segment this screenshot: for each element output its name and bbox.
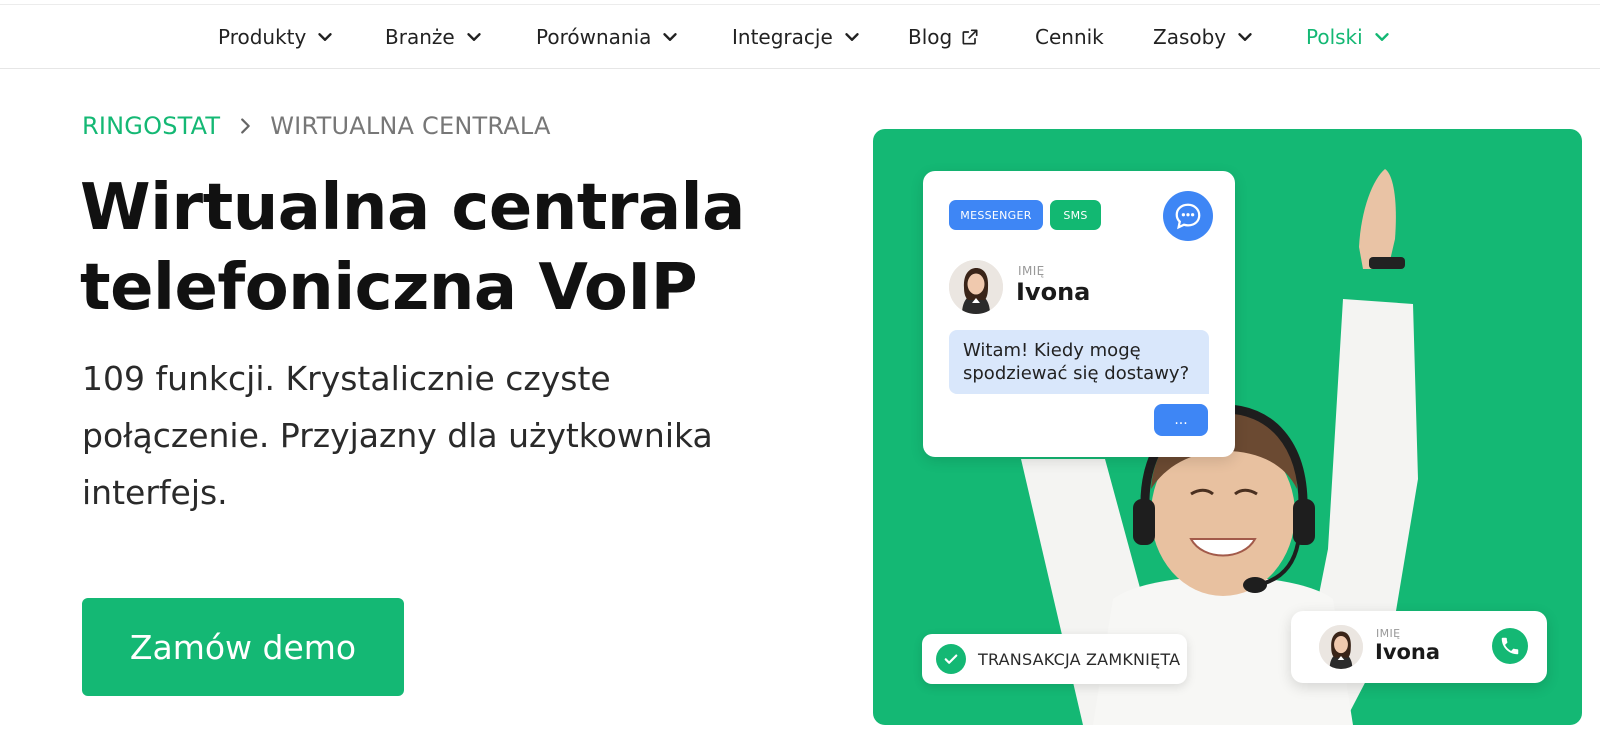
chevron-down-icon [1375,33,1389,41]
nav-item-blog[interactable]: Blog [908,5,980,69]
sms-badge: SMS [1050,200,1101,230]
language-label: Polski [1306,25,1363,49]
chat-bubble-icon[interactable] [1163,191,1213,241]
contact-name: Ivona [1016,278,1091,306]
message-line: spodziewać się dostawy? [963,363,1190,384]
nav-item-porownania[interactable]: Porównania [536,5,681,69]
phone-icon[interactable] [1492,628,1528,664]
contact-name: Ivona [1375,640,1441,664]
subtitle-line: interfejs. [82,473,228,512]
nav-item-label: Produkty [218,25,307,49]
page-title-line: telefoniczna VoIP [80,251,698,325]
avatar [1319,625,1363,669]
breadcrumb-home-link[interactable]: RINGOSTAT [82,112,220,140]
chevron-down-icon [466,33,481,41]
nav-item-label: Cennik [1035,25,1104,49]
deal-status-pill: TRANSAKCJA ZAMKNIĘTA [922,634,1187,684]
nav-item-branze[interactable]: Branże [385,5,485,69]
nav-item-produkty[interactable]: Produkty [218,5,336,69]
check-icon [936,644,966,674]
nav-item-label: Branże [385,25,455,49]
nav-item-label: Zasoby [1153,25,1227,49]
page-subtitle: 109 funkcji. Krystalicznie czyste połącz… [82,350,782,521]
order-demo-button[interactable]: Zamów demo [82,598,404,696]
page-title-line: Wirtualna centrala [80,171,745,245]
nav-item-label: Blog [908,25,953,49]
breadcrumb: RINGOSTAT WIRTUALNA CENTRALA [82,110,551,142]
external-link-icon [962,29,978,45]
chat-card: MESSENGER SMS IMIĘ Ivona Witam! Kiedy mo… [923,171,1235,457]
deal-status-text: TRANSAKCJA ZAMKNIĘTA [978,649,1181,669]
chevron-down-icon [1238,33,1252,41]
chevron-down-icon [845,33,859,41]
page-title: Wirtualna centrala telefoniczna VoIP [80,168,800,328]
main-navigation: Produkty Branże Porównania Integracje Bl… [0,5,1600,69]
nav-item-integracje[interactable]: Integracje [732,5,863,69]
incoming-call-card: IMIĘ Ivona [1291,611,1547,683]
message-bubble: Witam! Kiedy mogę spodziewać się dostawy… [949,330,1209,394]
chevron-down-icon [318,33,333,41]
nav-item-label: Integracje [732,25,833,49]
message-line: Witam! Kiedy mogę [963,340,1141,361]
typing-indicator: ... [1154,404,1208,436]
subtitle-line: połączenie. Przyjazny dla użytkownika [82,416,713,455]
avatar [949,260,1003,314]
language-selector[interactable]: Polski [1306,5,1393,69]
nav-item-zasoby[interactable]: Zasoby [1153,5,1256,69]
name-label: IMIĘ [1376,627,1401,640]
nav-item-label: Porównania [536,25,652,49]
subtitle-line: 109 funkcji. Krystalicznie czyste [82,359,611,398]
name-label: IMIĘ [1018,264,1045,278]
nav-item-cennik[interactable]: Cennik [1035,5,1104,69]
messenger-badge: MESSENGER [949,200,1043,230]
breadcrumb-current: WIRTUALNA CENTRALA [270,112,551,140]
chevron-right-icon [241,118,251,134]
chevron-down-icon [663,33,678,41]
